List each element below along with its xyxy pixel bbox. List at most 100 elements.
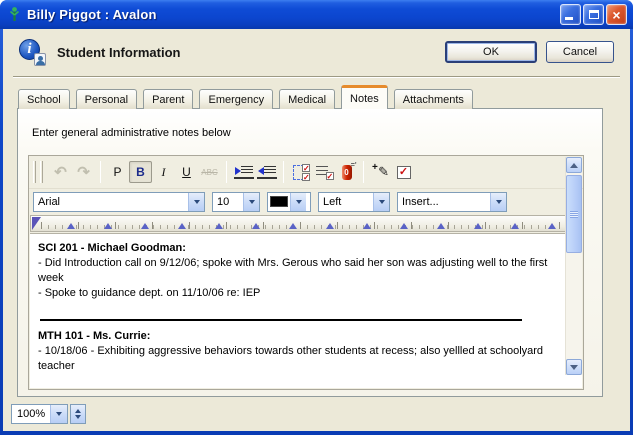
cancel-button[interactable]: Cancel (546, 41, 614, 63)
add-note-button[interactable]: +✎ (369, 161, 392, 183)
toolbar-grip[interactable] (40, 161, 43, 183)
indent-icon (234, 165, 254, 179)
redo-button[interactable]: ↷ (72, 161, 95, 183)
format-bar: Arial 10 Left (29, 189, 583, 215)
ruler[interactable] (30, 215, 582, 232)
titlebar[interactable]: Billy Piggot : Avalon × (0, 0, 633, 29)
chevron-down-icon[interactable] (188, 193, 204, 211)
zoom-control: 100% (11, 404, 86, 424)
notes-text-area[interactable]: SCI 201 - Michael Goodman: - Did Introdu… (30, 233, 582, 388)
note-line: - Did Introduction call on 9/12/06; spok… (38, 256, 556, 286)
scroll-up-button[interactable] (566, 157, 582, 173)
insert-select[interactable]: Insert... (397, 192, 507, 212)
maximize-icon (589, 10, 599, 19)
font-size-select[interactable]: 10 (212, 192, 260, 212)
note-heading: MTH 101 - Ms. Currie: (38, 329, 556, 344)
tab-stop-marker[interactable] (104, 223, 112, 229)
checklist-button[interactable]: ✓ (312, 161, 335, 183)
tab-stop-marker[interactable] (67, 223, 75, 229)
tab-stop-marker[interactable] (289, 223, 297, 229)
font-color-swatch (270, 196, 288, 207)
close-button[interactable]: × (606, 4, 627, 25)
undo-button[interactable]: ↶ (49, 161, 72, 183)
indent-button[interactable] (232, 161, 255, 183)
minimize-icon (565, 17, 573, 20)
vertical-scrollbar[interactable] (565, 157, 582, 375)
tab-attachments[interactable]: Attachments (394, 89, 473, 109)
tab-stop-marker[interactable] (511, 223, 519, 229)
student-information-icon: i (19, 39, 46, 66)
paragraph-button[interactable]: P (106, 161, 129, 183)
person-badge-icon (34, 53, 46, 66)
tab-stop-marker[interactable] (178, 223, 186, 229)
app-icon (8, 6, 22, 24)
notes-tab-panel: Enter general administrative notes below… (17, 108, 603, 397)
minimize-button[interactable] (560, 4, 581, 25)
strikethrough-icon: ABC (201, 168, 217, 177)
auto-number-icon: 0=' (342, 165, 352, 180)
font-color-select[interactable] (267, 192, 311, 212)
tab-stop-marker[interactable] (400, 223, 408, 229)
tab-personal[interactable]: Personal (76, 89, 137, 109)
toolbar-separator (226, 161, 227, 183)
tab-parent[interactable]: Parent (143, 89, 193, 109)
tab-stop-marker[interactable] (326, 223, 334, 229)
toolbar-separator (100, 161, 101, 183)
chevron-down-icon (570, 365, 578, 370)
editor-toolbar: ↶ ↷ P B I U ABC (29, 156, 583, 189)
note-line: - Spoke to guidance dept. on 11/10/06 re… (38, 286, 556, 301)
bold-button[interactable]: B (129, 161, 152, 183)
tab-stop-marker[interactable] (363, 223, 371, 229)
outdent-button[interactable] (255, 161, 278, 183)
tab-stop-marker[interactable] (474, 223, 482, 229)
scroll-down-button[interactable] (566, 359, 582, 375)
notes-instruction-label: Enter general administrative notes below (32, 127, 231, 139)
chevron-down-icon[interactable] (243, 193, 259, 211)
chevron-down-icon[interactable] (373, 193, 389, 211)
font-family-select[interactable]: Arial (33, 192, 205, 212)
tab-notes[interactable]: Notes (341, 85, 388, 109)
chevron-down-icon[interactable] (50, 405, 67, 423)
chevron-down-icon[interactable] (290, 193, 306, 211)
spellcheck-icon: ✓ (397, 166, 411, 179)
underline-button[interactable]: U (175, 161, 198, 183)
chevron-down-icon[interactable] (490, 193, 506, 211)
note-line: - 10/18/06 - Exhibiting aggressive behav… (38, 344, 556, 374)
zoom-level-select[interactable]: 100% (11, 404, 68, 424)
checkbox-field-button[interactable]: ✓ ✓ (289, 161, 312, 183)
dialog-window: Billy Piggot : Avalon × i Student Inform… (0, 0, 633, 435)
dialog-header: i Student Information OK Cancel (19, 38, 614, 66)
zoom-spinner[interactable] (70, 404, 86, 424)
dialog-body: i Student Information OK Cancel School P… (3, 29, 630, 431)
note-heading: SCI 201 - Michael Goodman: (38, 241, 556, 256)
tab-medical[interactable]: Medical (279, 89, 335, 109)
spellcheck-button[interactable]: ✓ (392, 161, 415, 183)
italic-button[interactable]: I (152, 161, 175, 183)
checklist-icon: ✓ (316, 165, 332, 179)
tab-school[interactable]: School (18, 89, 70, 109)
chevron-up-icon (570, 163, 578, 168)
note-divider (40, 319, 522, 321)
header-separator (13, 76, 620, 78)
tab-stop-marker[interactable] (252, 223, 260, 229)
tab-stop-marker[interactable] (215, 223, 223, 229)
page-title: Student Information (57, 45, 181, 60)
window-controls: × (560, 4, 627, 25)
maximize-button[interactable] (583, 4, 604, 25)
alignment-select[interactable]: Left (318, 192, 390, 212)
toolbar-separator (283, 161, 284, 183)
close-icon: × (612, 8, 620, 22)
ok-button[interactable]: OK (445, 41, 537, 63)
scrollbar-thumb[interactable] (566, 175, 582, 253)
tab-stop-marker[interactable] (141, 223, 149, 229)
outdent-icon (257, 165, 277, 179)
undo-icon: ↶ (54, 163, 67, 181)
tab-stop-marker[interactable] (437, 223, 445, 229)
tab-emergency[interactable]: Emergency (199, 89, 273, 109)
toolbar-grip[interactable] (33, 161, 36, 183)
strikethrough-button[interactable]: ABC (198, 161, 221, 183)
auto-number-button[interactable]: 0=' (335, 161, 358, 183)
left-indent-marker[interactable] (32, 217, 41, 230)
window-title: Billy Piggot : Avalon (27, 7, 157, 22)
tab-stop-marker[interactable] (548, 223, 556, 229)
